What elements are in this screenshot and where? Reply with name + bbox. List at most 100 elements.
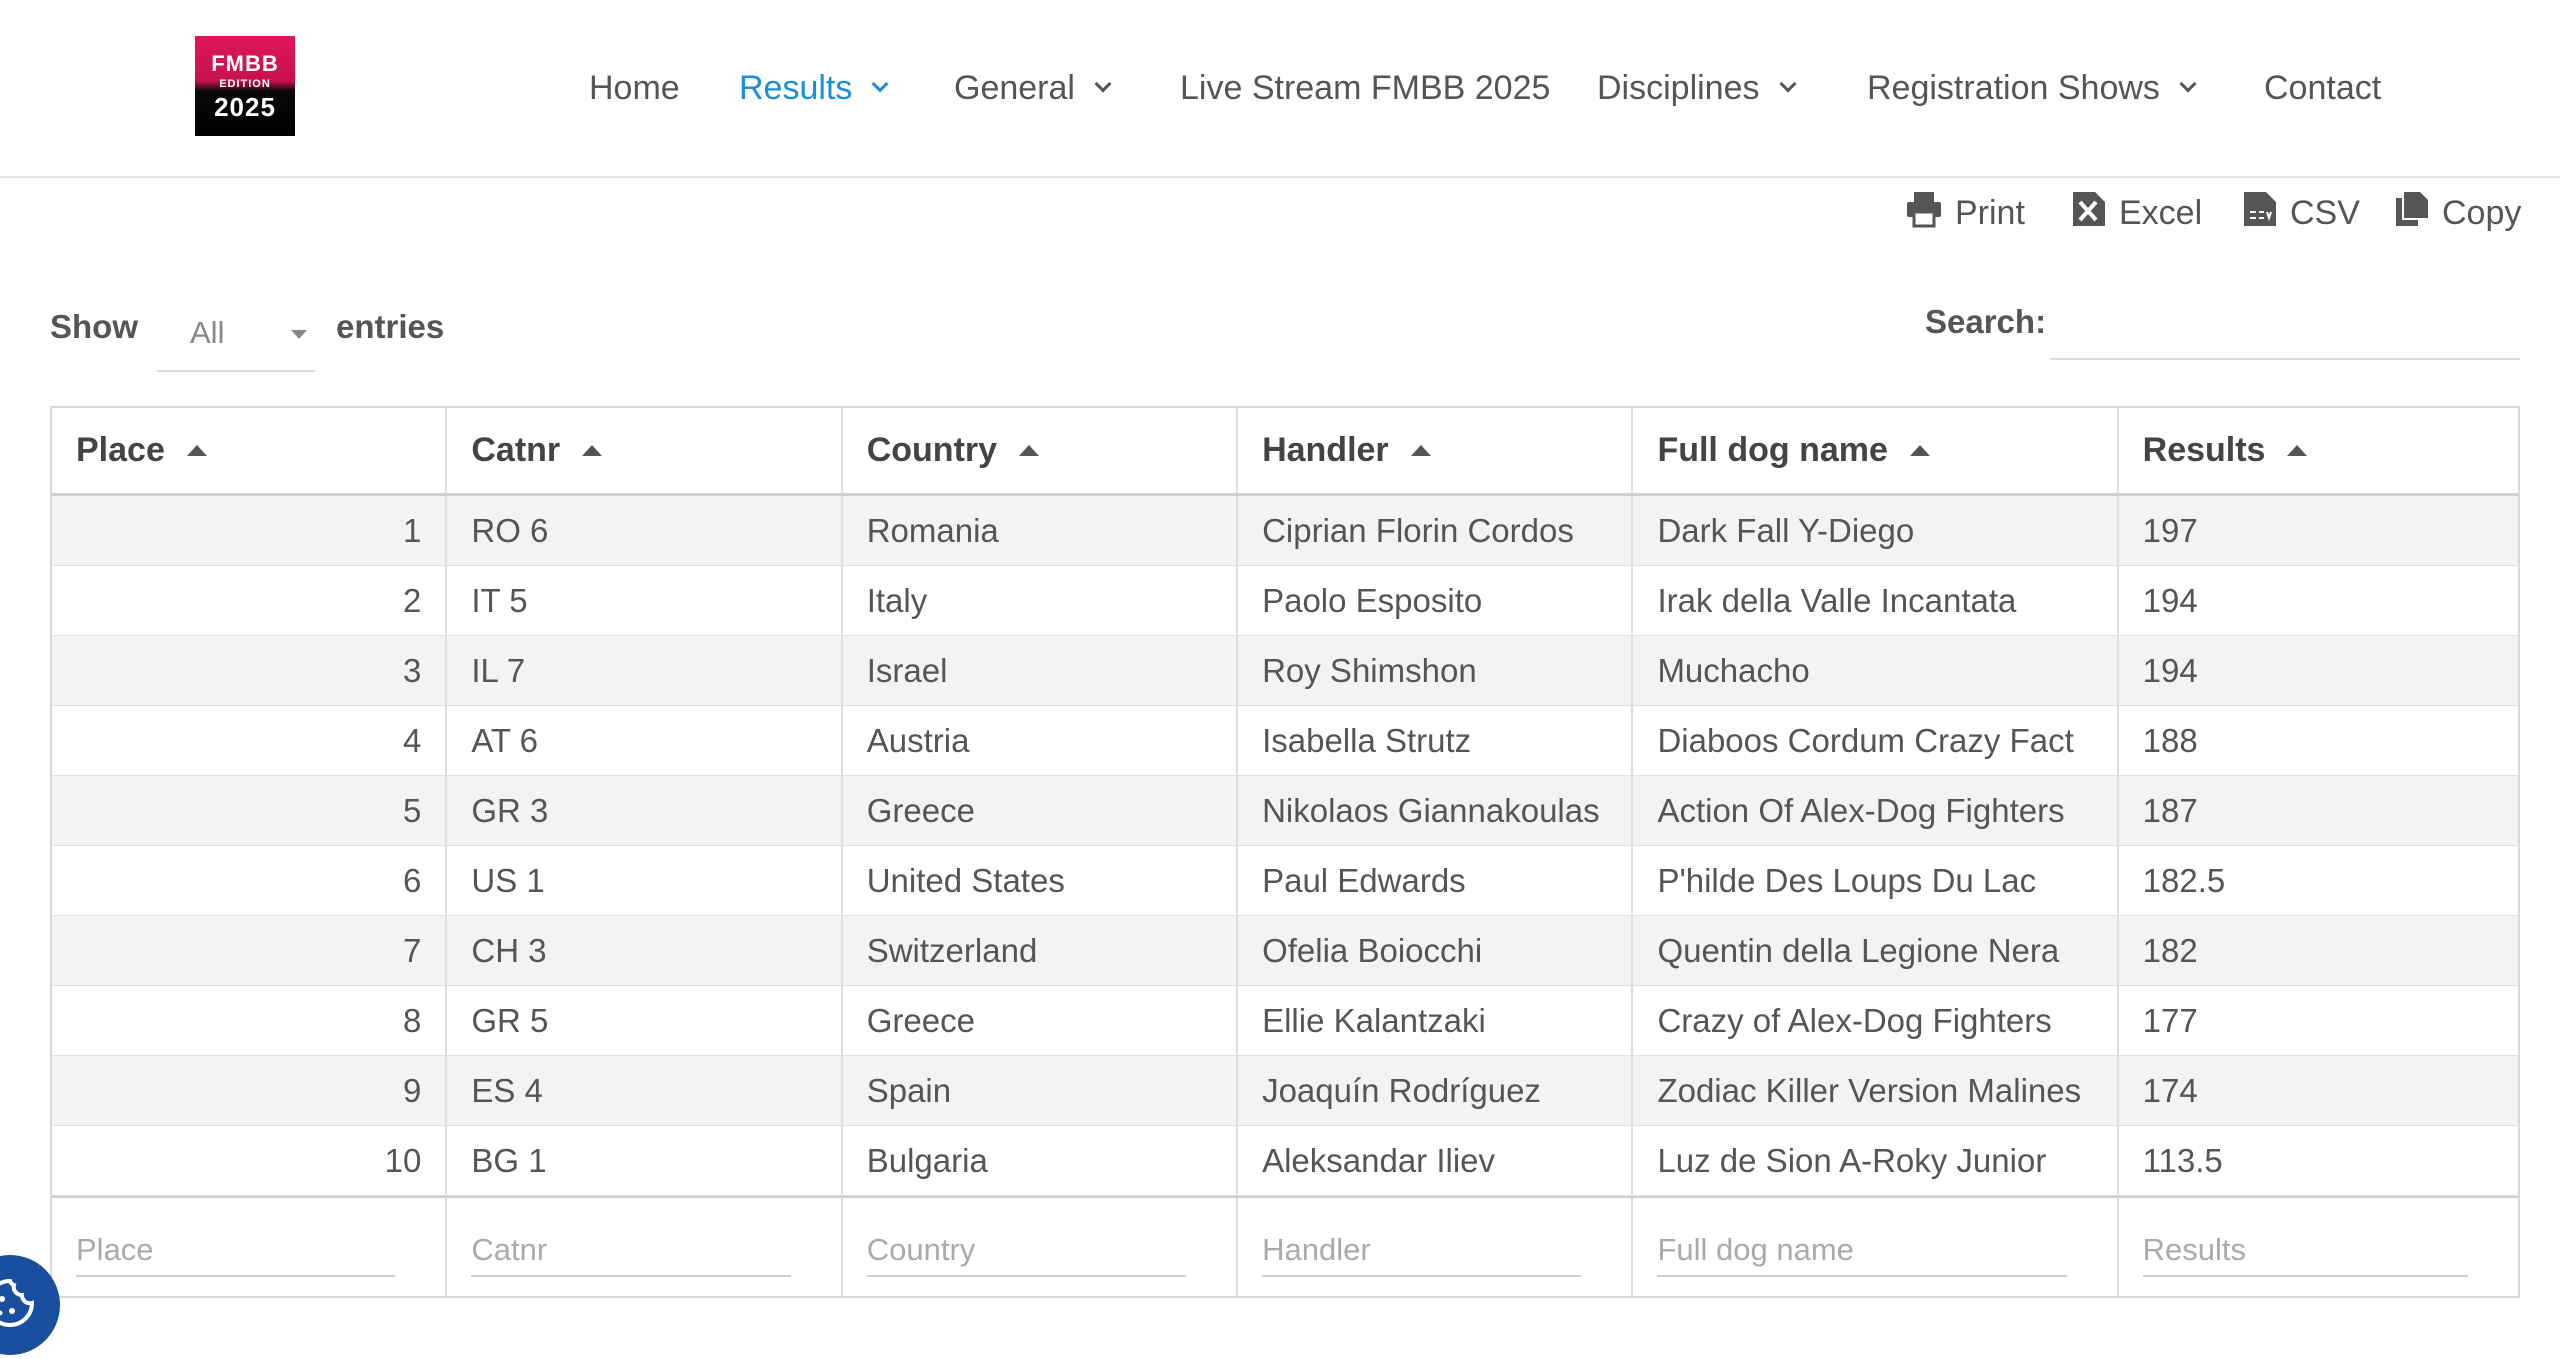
chevron-down-icon [1094,75,1112,93]
handler-cell: Ellie Kalantzaki [1238,986,1634,1055]
catnr-cell: IL 7 [447,636,843,705]
handler-cell: Ofelia Boiocchi [1238,916,1634,985]
filter-cell [843,1198,1239,1296]
copy-button[interactable]: Copy [2394,185,2521,241]
column-header-country[interactable]: Country [843,408,1239,493]
dog-name-cell: P'hilde Des Loups Du Lac [1633,846,2119,915]
country-filter-input[interactable] [866,1225,1187,1277]
catnr-filter-input[interactable] [471,1225,791,1277]
dog-name-cell: Luz de Sion A-Roky Junior [1633,1126,2119,1195]
printer-icon [1905,190,1943,237]
result-cell: 177 [2142,1001,2198,1039]
nav-registration-shows[interactable]: Registration Shows [1867,60,2197,116]
filter-cell [2119,1198,2518,1296]
sort-asc-icon [1019,445,1040,456]
place-cell: 2 [52,566,448,635]
table-row: 4 AT 6 Austria Isabella Strutz Diaboos C… [52,706,2518,776]
entries-length-select[interactable]: All [157,296,315,372]
csv-button[interactable]: CSV [2242,185,2360,241]
country-cell: Italy [843,566,1239,635]
csv-file-icon [2242,190,2278,237]
table-row: 5 GR 3 Greece Nikolaos Giannakoulas Acti… [52,776,2518,846]
country-cell: Switzerland [843,916,1239,985]
dog-name-cell: Crazy of Alex-Dog Fighters [1633,986,2119,1055]
nav-results[interactable]: Results [739,60,889,116]
copy-label: Copy [2442,193,2522,232]
fmbb-logo[interactable]: FMBB EDITION 2025 [195,36,295,136]
country-cell: Austria [843,706,1239,775]
search-label: Search: [1925,303,2047,340]
nav-contact[interactable]: Contact [2264,60,2381,116]
table-row: 2 IT 5 Italy Paolo Esposito Irak della V… [52,566,2518,636]
handler-cell: Ciprian Florin Cordos [1238,496,1634,565]
result-cell: 113.5 [2142,1141,2223,1179]
place-cell: 5 [52,776,448,845]
sort-asc-icon [186,445,207,456]
site-header: FMBB EDITION 2025 Home Results General L… [0,0,2560,178]
table-row: 3 IL 7 Israel Roy Shimshon Muchacho 194 [52,636,2518,706]
catnr-cell: ES 4 [447,1056,843,1125]
excel-label: Excel [2119,193,2203,232]
place-filter-input[interactable] [76,1225,396,1277]
dog-name-cell: Diaboos Cordum Crazy Fact [1633,706,2119,775]
dog-name-cell: Quentin della Legione Nera [1633,916,2119,985]
nav-label: Disciplines [1597,68,1760,107]
table-row: 8 GR 5 Greece Ellie Kalantzaki Crazy of … [52,986,2518,1056]
dog-name-filter-input[interactable] [1657,1225,2067,1277]
table-row: 7 CH 3 Switzerland Ofelia Boiocchi Quent… [52,916,2518,986]
nav-disciplines[interactable]: Disciplines [1597,60,1796,116]
result-cell: 197 [2142,511,2198,549]
catnr-cell: IT 5 [447,566,843,635]
country-cell: Spain [843,1056,1239,1125]
nav-label: General [954,68,1075,107]
excel-button[interactable]: Excel [2071,185,2202,241]
results-table: Place Catnr Country Handler Full dog nam… [50,406,2520,1298]
table-row: 1 RO 6 Romania Ciprian Florin Cordos Dar… [52,496,2518,566]
catnr-cell: BG 1 [447,1126,843,1195]
place-cell: 9 [52,1056,448,1125]
country-cell: Romania [843,496,1239,565]
handler-cell: Paolo Esposito [1238,566,1634,635]
catnr-cell: GR 3 [447,776,843,845]
handler-filter-input[interactable] [1262,1225,1582,1277]
copy-icon [2394,190,2430,237]
print-button[interactable]: Print [1905,185,2025,241]
handler-cell: Joaquín Rodríguez [1238,1056,1634,1125]
logo-text-1: FMBB [211,50,279,76]
column-header-place[interactable]: Place [52,408,448,493]
column-header-results[interactable]: Results [2119,408,2518,493]
column-header-catnr[interactable]: Catnr [447,408,843,493]
sort-asc-icon [1909,445,1930,456]
nav-label: Live Stream FMBB 2025 [1180,68,1551,107]
chevron-down-icon [2179,75,2197,93]
nav-live-stream[interactable]: Live Stream FMBB 2025 [1180,60,1550,116]
results-filter-input[interactable] [2142,1225,2468,1277]
place-cell: 8 [52,986,448,1055]
table-row: 9 ES 4 Spain Joaquín Rodríguez Zodiac Ki… [52,1056,2518,1126]
result-cell: 174 [2142,1071,2198,1109]
entries-label: entries [336,308,445,345]
show-label: Show [50,308,138,345]
result-cell: 188 [2142,721,2198,759]
column-header-label: Country [866,431,998,469]
sort-asc-icon [582,445,603,456]
chevron-down-icon [1779,75,1796,93]
dog-name-cell: Zodiac Killer Version Malines [1633,1056,2119,1125]
table-row: 6 US 1 United States Paul Edwards P'hild… [52,846,2518,916]
column-header-handler[interactable]: Handler [1238,408,1634,493]
country-cell: Bulgaria [843,1126,1239,1195]
dog-name-cell: Dark Fall Y-Diego [1633,496,2119,565]
search-input[interactable] [2050,290,2520,360]
filter-cell [447,1198,843,1296]
nav-label: Results [739,68,853,107]
sort-asc-icon [2287,445,2308,456]
filter-cell [1238,1198,1634,1296]
sort-asc-icon [1410,445,1431,456]
nav-general[interactable]: General [954,60,1112,116]
catnr-cell: GR 5 [447,986,843,1055]
nav-home[interactable]: Home [589,60,680,116]
column-header-full-dog-name[interactable]: Full dog name [1633,408,2119,493]
nav-label: Registration Shows [1867,68,2160,107]
dog-name-cell: Irak della Valle Incantata [1633,566,2119,635]
filter-cell [1633,1198,2119,1296]
